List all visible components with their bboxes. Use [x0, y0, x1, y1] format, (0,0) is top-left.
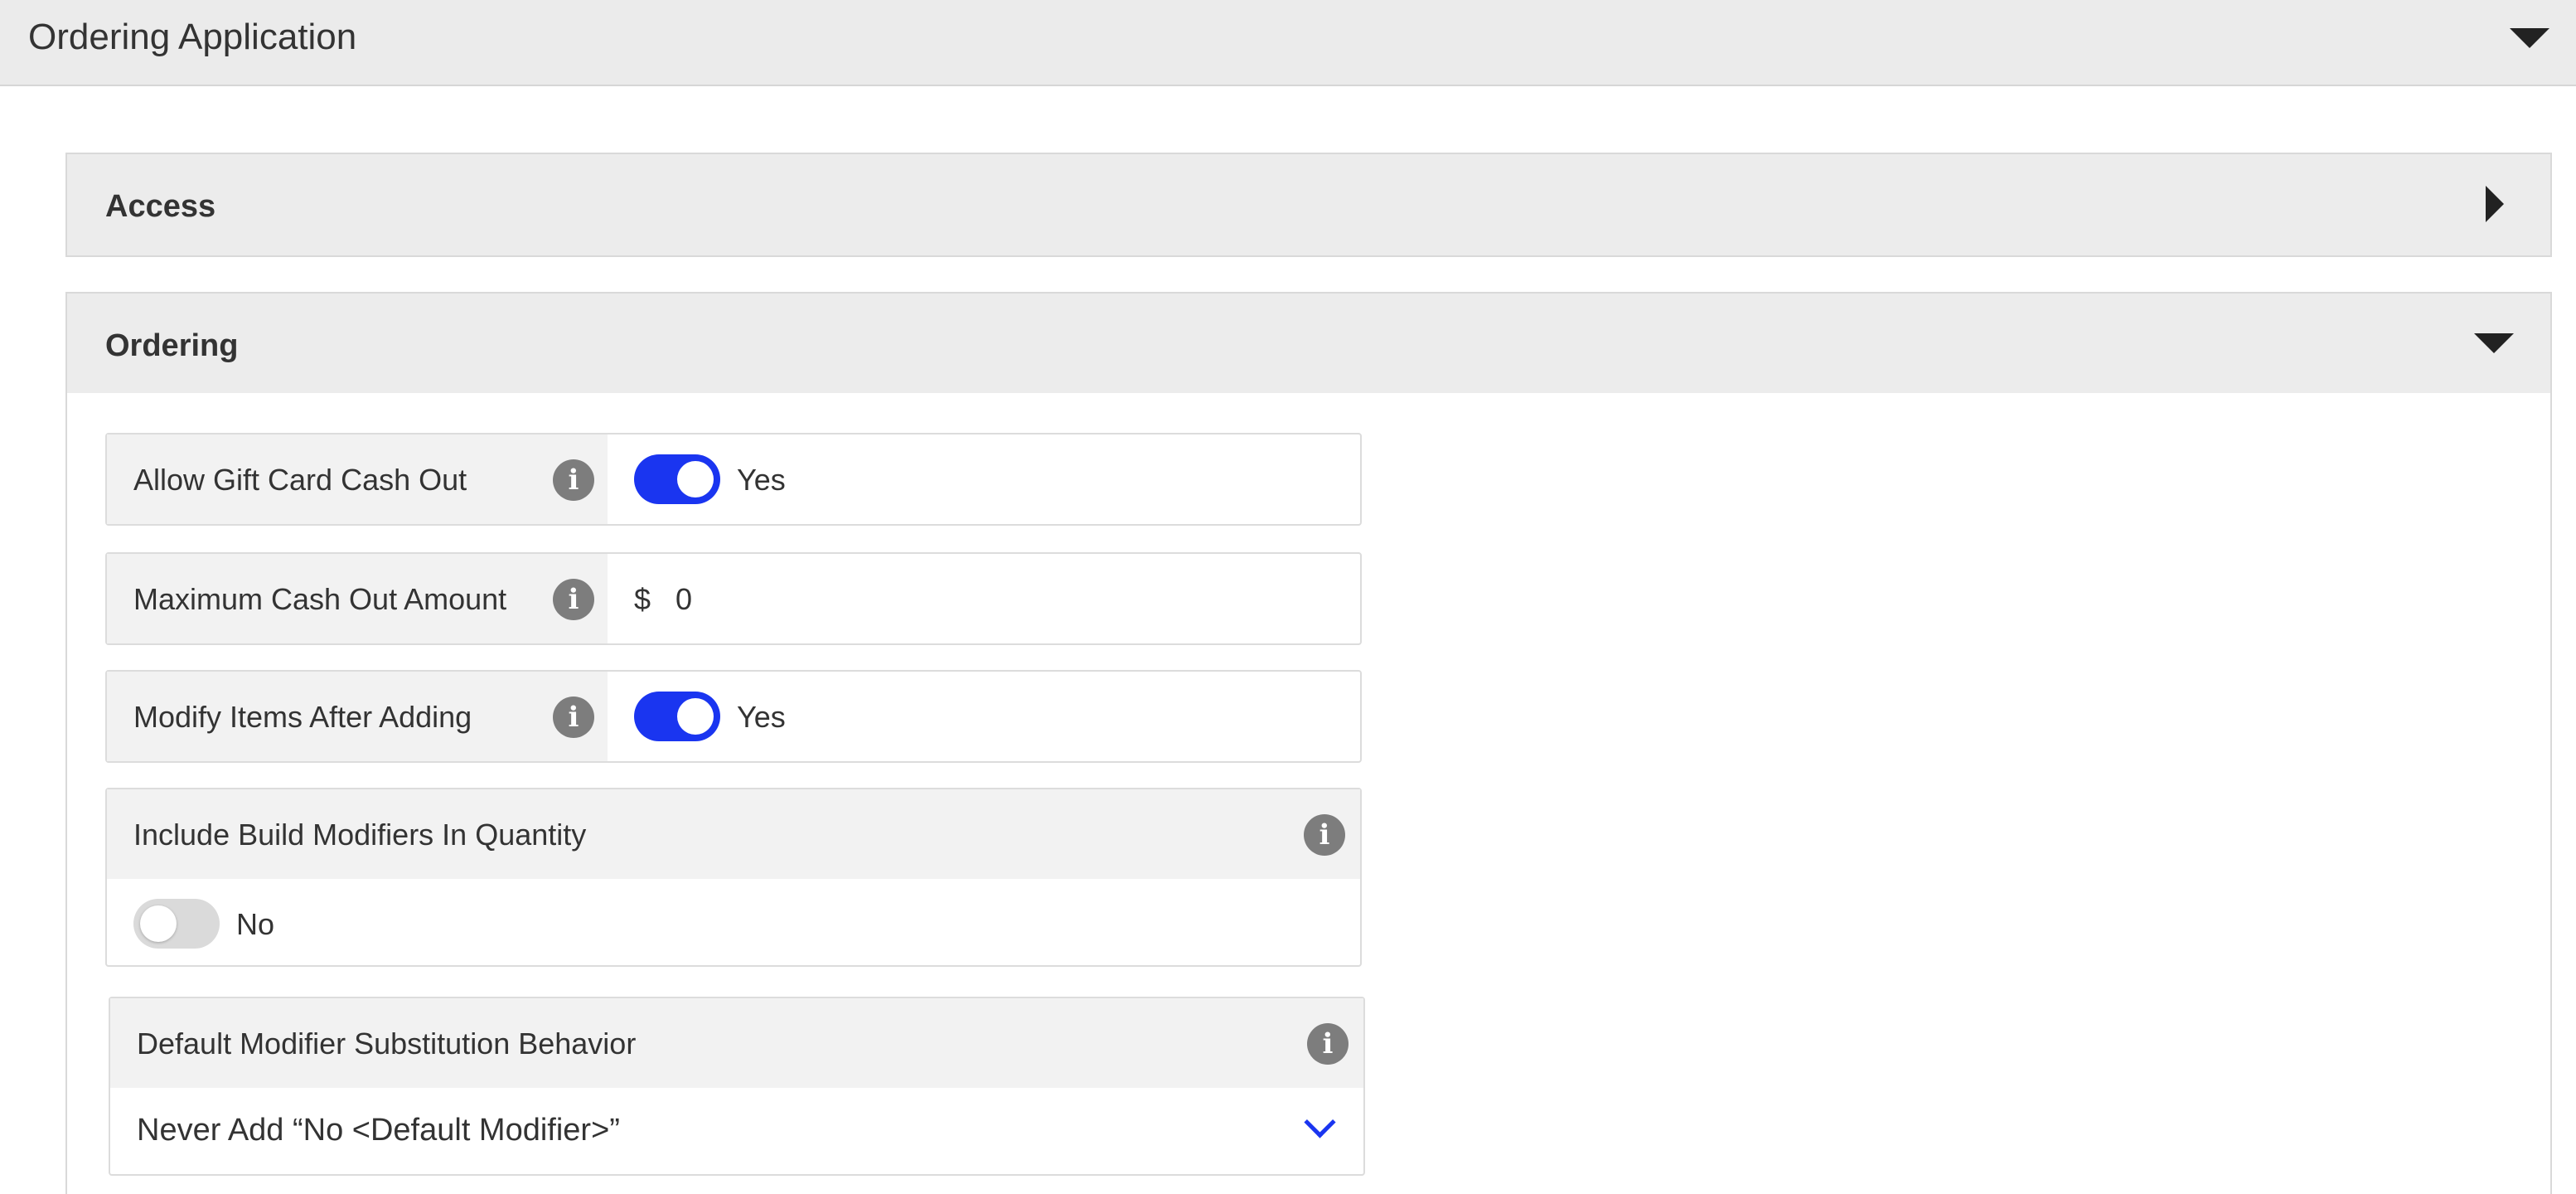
section-access-label: Access	[105, 189, 216, 224]
setting-allow-gift-card-cash-out: Allow Gift Card Cash Out i Yes	[105, 433, 1362, 526]
toggle-knob	[677, 461, 714, 498]
setting-label: Default Modifier Substitution Behavior	[137, 1027, 637, 1061]
currency-symbol: $	[634, 582, 651, 616]
setting-include-build-modifiers-in-quantity: Include Build Modifiers In Quantity i No	[105, 788, 1362, 967]
toggle-knob	[140, 905, 177, 942]
setting-modify-items-after-adding: Modify Items After Adding i Yes	[105, 670, 1362, 763]
include-build-modifiers-toggle[interactable]	[133, 899, 220, 949]
toggle-state-label: Yes	[737, 463, 786, 497]
modify-items-after-adding-toggle[interactable]	[634, 692, 720, 741]
default-modifier-substitution-select[interactable]: Never Add “No <Default Modifier>”	[110, 1088, 1363, 1174]
info-icon[interactable]: i	[1304, 814, 1345, 856]
setting-label: Modify Items After Adding	[133, 700, 472, 734]
expand-caret-icon[interactable]	[2486, 186, 2504, 222]
chevron-down-icon	[1304, 1106, 1336, 1138]
setting-label-container: Default Modifier Substitution Behavior i	[110, 998, 1363, 1088]
toggle-state-label: No	[236, 907, 275, 941]
toggle-state-label: Yes	[737, 700, 786, 734]
page-title: Ordering Application	[28, 17, 357, 57]
setting-label-container: Include Build Modifiers In Quantity i	[107, 789, 1360, 879]
info-icon[interactable]: i	[1307, 1023, 1349, 1065]
maximum-cash-out-amount-input[interactable]: 0	[675, 582, 1339, 617]
section-access-header[interactable]: Access	[65, 153, 2552, 257]
setting-label-container: Allow Gift Card Cash Out i	[107, 434, 608, 524]
section-ordering-label: Ordering	[105, 328, 239, 363]
section-ordering-header[interactable]: Ordering	[65, 292, 2552, 395]
setting-default-modifier-substitution-behavior: Default Modifier Substitution Behavior i…	[109, 997, 1365, 1176]
ordering-application-header[interactable]: Ordering Application	[0, 0, 2576, 86]
info-icon[interactable]: i	[553, 579, 594, 620]
toggle-knob	[677, 698, 714, 735]
info-icon[interactable]: i	[553, 459, 594, 501]
allow-gift-card-cash-out-toggle[interactable]	[634, 454, 720, 504]
setting-label-container: Modify Items After Adding i	[107, 672, 608, 761]
setting-label: Include Build Modifiers In Quantity	[133, 818, 587, 852]
collapse-caret-icon[interactable]	[2510, 28, 2549, 48]
collapse-caret-icon[interactable]	[2474, 333, 2514, 353]
setting-label: Allow Gift Card Cash Out	[133, 463, 467, 497]
setting-label: Maximum Cash Out Amount	[133, 582, 507, 616]
setting-maximum-cash-out-amount: Maximum Cash Out Amount i $ 0	[105, 552, 1362, 645]
info-icon[interactable]: i	[553, 696, 594, 738]
select-value: Never Add “No <Default Modifier>”	[137, 1113, 620, 1148]
setting-label-container: Maximum Cash Out Amount i	[107, 554, 608, 643]
